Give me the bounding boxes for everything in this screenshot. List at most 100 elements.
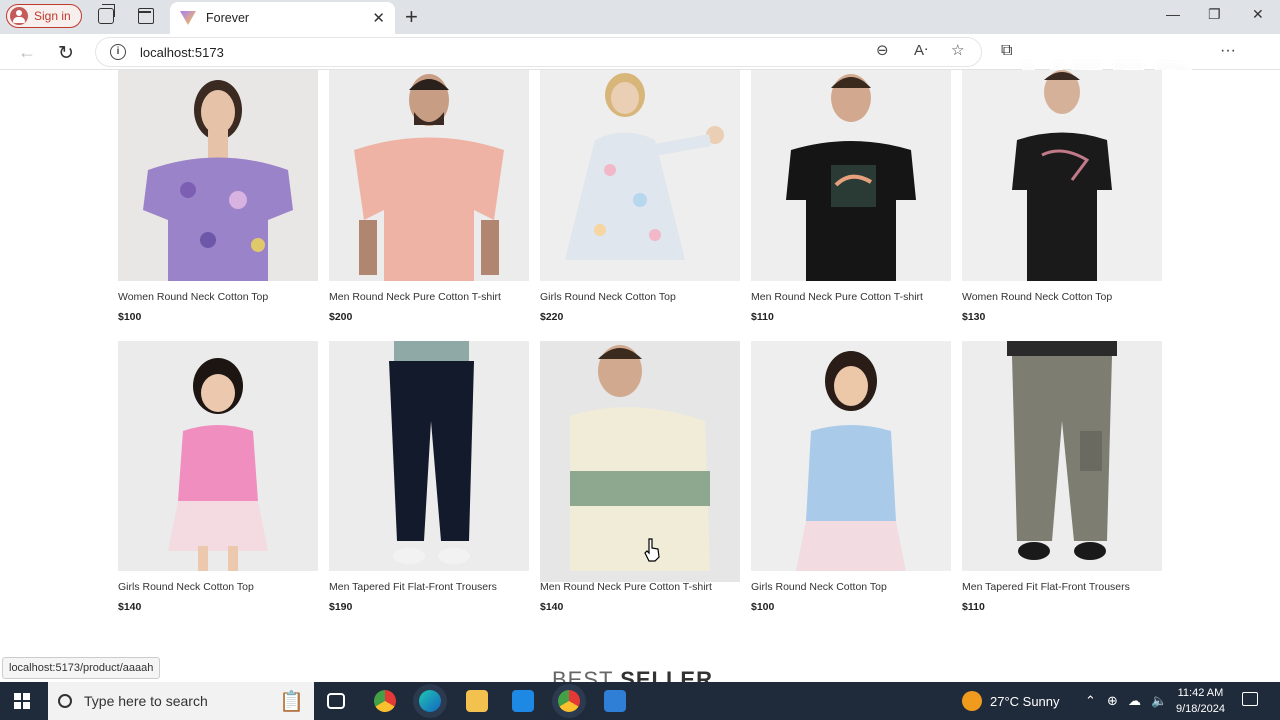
product-image[interactable] bbox=[540, 341, 740, 582]
product-card[interactable]: Men Tapered Fit Flat-Front Trousers $110 bbox=[962, 341, 1162, 613]
minimize-icon[interactable]: — bbox=[1166, 6, 1180, 22]
product-name[interactable]: Women Round Neck Cotton Top bbox=[962, 291, 1162, 305]
extensions-icon[interactable]: ⧉ bbox=[1001, 42, 1012, 60]
product-image[interactable] bbox=[329, 341, 529, 571]
edge-icon[interactable] bbox=[419, 690, 441, 712]
product-card[interactable]: Women Round Neck Cotton Top $130 bbox=[962, 70, 1162, 323]
onedrive-icon[interactable]: ☁ bbox=[1128, 682, 1141, 720]
product-price: $110 bbox=[962, 601, 985, 613]
mail-icon[interactable] bbox=[512, 690, 534, 712]
product-card[interactable]: Girls Round Neck Cotton Top $140 bbox=[118, 341, 318, 613]
product-price: $140 bbox=[118, 601, 142, 613]
volume-icon[interactable]: 🔈 bbox=[1151, 682, 1167, 720]
chrome-icon[interactable] bbox=[374, 690, 396, 712]
product-image[interactable] bbox=[540, 70, 740, 281]
tray-chevron-icon[interactable]: ⌃ bbox=[1085, 682, 1096, 720]
tab-title: Forever bbox=[206, 11, 250, 25]
product-image[interactable] bbox=[962, 341, 1162, 571]
refresh-icon[interactable]: ↻ bbox=[58, 42, 74, 65]
product-price: $130 bbox=[962, 311, 986, 323]
best-seller-heading: BEST SELLER bbox=[552, 667, 713, 682]
product-name[interactable]: Women Round Neck Cotton Top bbox=[118, 291, 318, 305]
meet-now-icon[interactable]: ⊕ bbox=[1107, 682, 1118, 720]
product-image[interactable] bbox=[962, 70, 1162, 281]
url-text: localhost:5173 bbox=[140, 44, 224, 60]
product-name[interactable]: Girls Round Neck Cotton Top bbox=[751, 581, 951, 595]
product-card[interactable]: Women Round Neck Cotton Top $100 bbox=[118, 70, 318, 323]
weather-text: 27°C Sunny bbox=[990, 693, 1060, 709]
man-striped-sweatshirt-illustration bbox=[570, 345, 710, 571]
address-bar[interactable]: i localhost:5173 bbox=[95, 37, 982, 67]
notification-icon[interactable] bbox=[1242, 692, 1258, 706]
product-name[interactable]: Girls Round Neck Cotton Top bbox=[118, 581, 318, 595]
clock-date: 9/18/2024 bbox=[1176, 703, 1225, 715]
system-clock[interactable]: 11:42 AM 9/18/2024 bbox=[1176, 685, 1225, 717]
product-card[interactable]: Girls Round Neck Cotton Top $220 bbox=[540, 70, 740, 323]
weather-widget[interactable]: 27°C Sunny bbox=[962, 682, 1060, 720]
product-card[interactable]: Men Round Neck Pure Cotton T-shirt $200 bbox=[329, 70, 529, 323]
more-menu-icon[interactable]: ··· bbox=[1220, 42, 1236, 60]
vscode-icon[interactable] bbox=[604, 690, 626, 712]
close-tab-icon[interactable]: ✕ bbox=[372, 9, 385, 27]
browser-tab-bar: Sign in Forever ✕ + — ❐ ✕ bbox=[0, 0, 1280, 34]
close-window-icon[interactable]: ✕ bbox=[1252, 6, 1264, 23]
info-icon[interactable]: i bbox=[110, 44, 126, 60]
best-seller-bold: SELLER bbox=[620, 667, 713, 682]
task-view-icon[interactable] bbox=[327, 693, 345, 709]
new-tab-icon[interactable]: + bbox=[405, 4, 418, 30]
product-card[interactable]: Girls Round Neck Cotton Top $100 bbox=[751, 341, 951, 613]
product-name[interactable]: Men Tapered Fit Flat-Front Trousers bbox=[329, 581, 529, 595]
file-explorer-icon[interactable] bbox=[466, 690, 488, 712]
windows-taskbar: Type here to search 📋 27°C Sunny ⌃ ⊕ ☁ 🔈… bbox=[0, 682, 1280, 720]
woman-floral-top-illustration bbox=[143, 80, 293, 281]
sign-in-label: Sign in bbox=[34, 9, 71, 23]
man-black-tshirt-illustration bbox=[786, 74, 916, 281]
girl-dress-illustration bbox=[565, 73, 724, 260]
back-arrow-icon[interactable]: ← bbox=[18, 42, 36, 63]
product-name[interactable]: Men Round Neck Pure Cotton T-shirt bbox=[329, 291, 529, 305]
hand-cursor-icon bbox=[644, 538, 660, 562]
product-card[interactable]: Men Tapered Fit Flat-Front Trousers $190 bbox=[329, 341, 529, 613]
vite-favicon-icon bbox=[180, 11, 196, 25]
product-price: $100 bbox=[751, 601, 775, 613]
product-price: $100 bbox=[118, 311, 142, 323]
taskbar-search[interactable]: Type here to search 📋 bbox=[48, 682, 314, 720]
girl-blue-top-illustration bbox=[796, 351, 906, 571]
product-grid-row-2: Girls Round Neck Cotton Top $140 Men Tap… bbox=[118, 341, 1162, 613]
product-image[interactable] bbox=[751, 341, 951, 571]
product-name[interactable]: Men Round Neck Pure Cotton T-shirt bbox=[540, 581, 740, 595]
product-image[interactable] bbox=[329, 70, 529, 281]
product-price: $220 bbox=[540, 311, 564, 323]
search-highlight-icon: 📋 bbox=[279, 690, 304, 713]
product-image[interactable] bbox=[751, 70, 951, 281]
product-name[interactable]: Men Tapered Fit Flat-Front Trousers bbox=[962, 581, 1162, 595]
zoom-icon[interactable]: ⊖ bbox=[876, 41, 889, 59]
best-seller-light: BEST bbox=[552, 667, 614, 682]
favorite-star-icon[interactable]: ☆ bbox=[951, 41, 964, 59]
chrome-profile-icon[interactable] bbox=[558, 690, 580, 712]
product-name[interactable]: Girls Round Neck Cotton Top bbox=[540, 291, 740, 305]
product-price: $190 bbox=[329, 601, 353, 613]
woman-black-tshirt-illustration bbox=[1012, 70, 1112, 281]
tab-forever[interactable]: Forever ✕ bbox=[170, 2, 395, 34]
product-price: $200 bbox=[329, 311, 353, 323]
restore-icon[interactable]: ❐ bbox=[1208, 6, 1221, 23]
collections-icon[interactable] bbox=[98, 4, 115, 24]
address-bar-row: ← ↻ i localhost:5173 ⊖ Aᐧ ☆ ⧉ ··· VEED bbox=[0, 34, 1280, 119]
sign-in-button[interactable]: Sign in bbox=[6, 4, 82, 28]
navy-trousers-illustration bbox=[389, 341, 474, 564]
olive-cargo-trousers-illustration bbox=[1007, 341, 1117, 560]
vertical-tabs-icon[interactable] bbox=[138, 8, 154, 24]
windows-start-icon[interactable] bbox=[14, 693, 30, 709]
page-content: Women Round Neck Cotton Top $100 Men Rou… bbox=[0, 70, 1280, 682]
product-price: $140 bbox=[540, 601, 564, 613]
product-card[interactable]: Men Round Neck Pure Cotton T-shirt $140 bbox=[540, 341, 740, 613]
status-bar-url: localhost:5173/product/aaaah bbox=[2, 657, 161, 679]
product-image[interactable] bbox=[118, 341, 318, 571]
man-pink-shirt-illustration bbox=[354, 74, 504, 281]
sun-icon bbox=[962, 691, 982, 711]
product-name[interactable]: Men Round Neck Pure Cotton T-shirt bbox=[751, 291, 951, 305]
product-card[interactable]: Men Round Neck Pure Cotton T-shirt $110 bbox=[751, 70, 951, 323]
read-aloud-icon[interactable]: Aᐧ bbox=[914, 41, 928, 59]
product-image[interactable] bbox=[118, 70, 318, 281]
